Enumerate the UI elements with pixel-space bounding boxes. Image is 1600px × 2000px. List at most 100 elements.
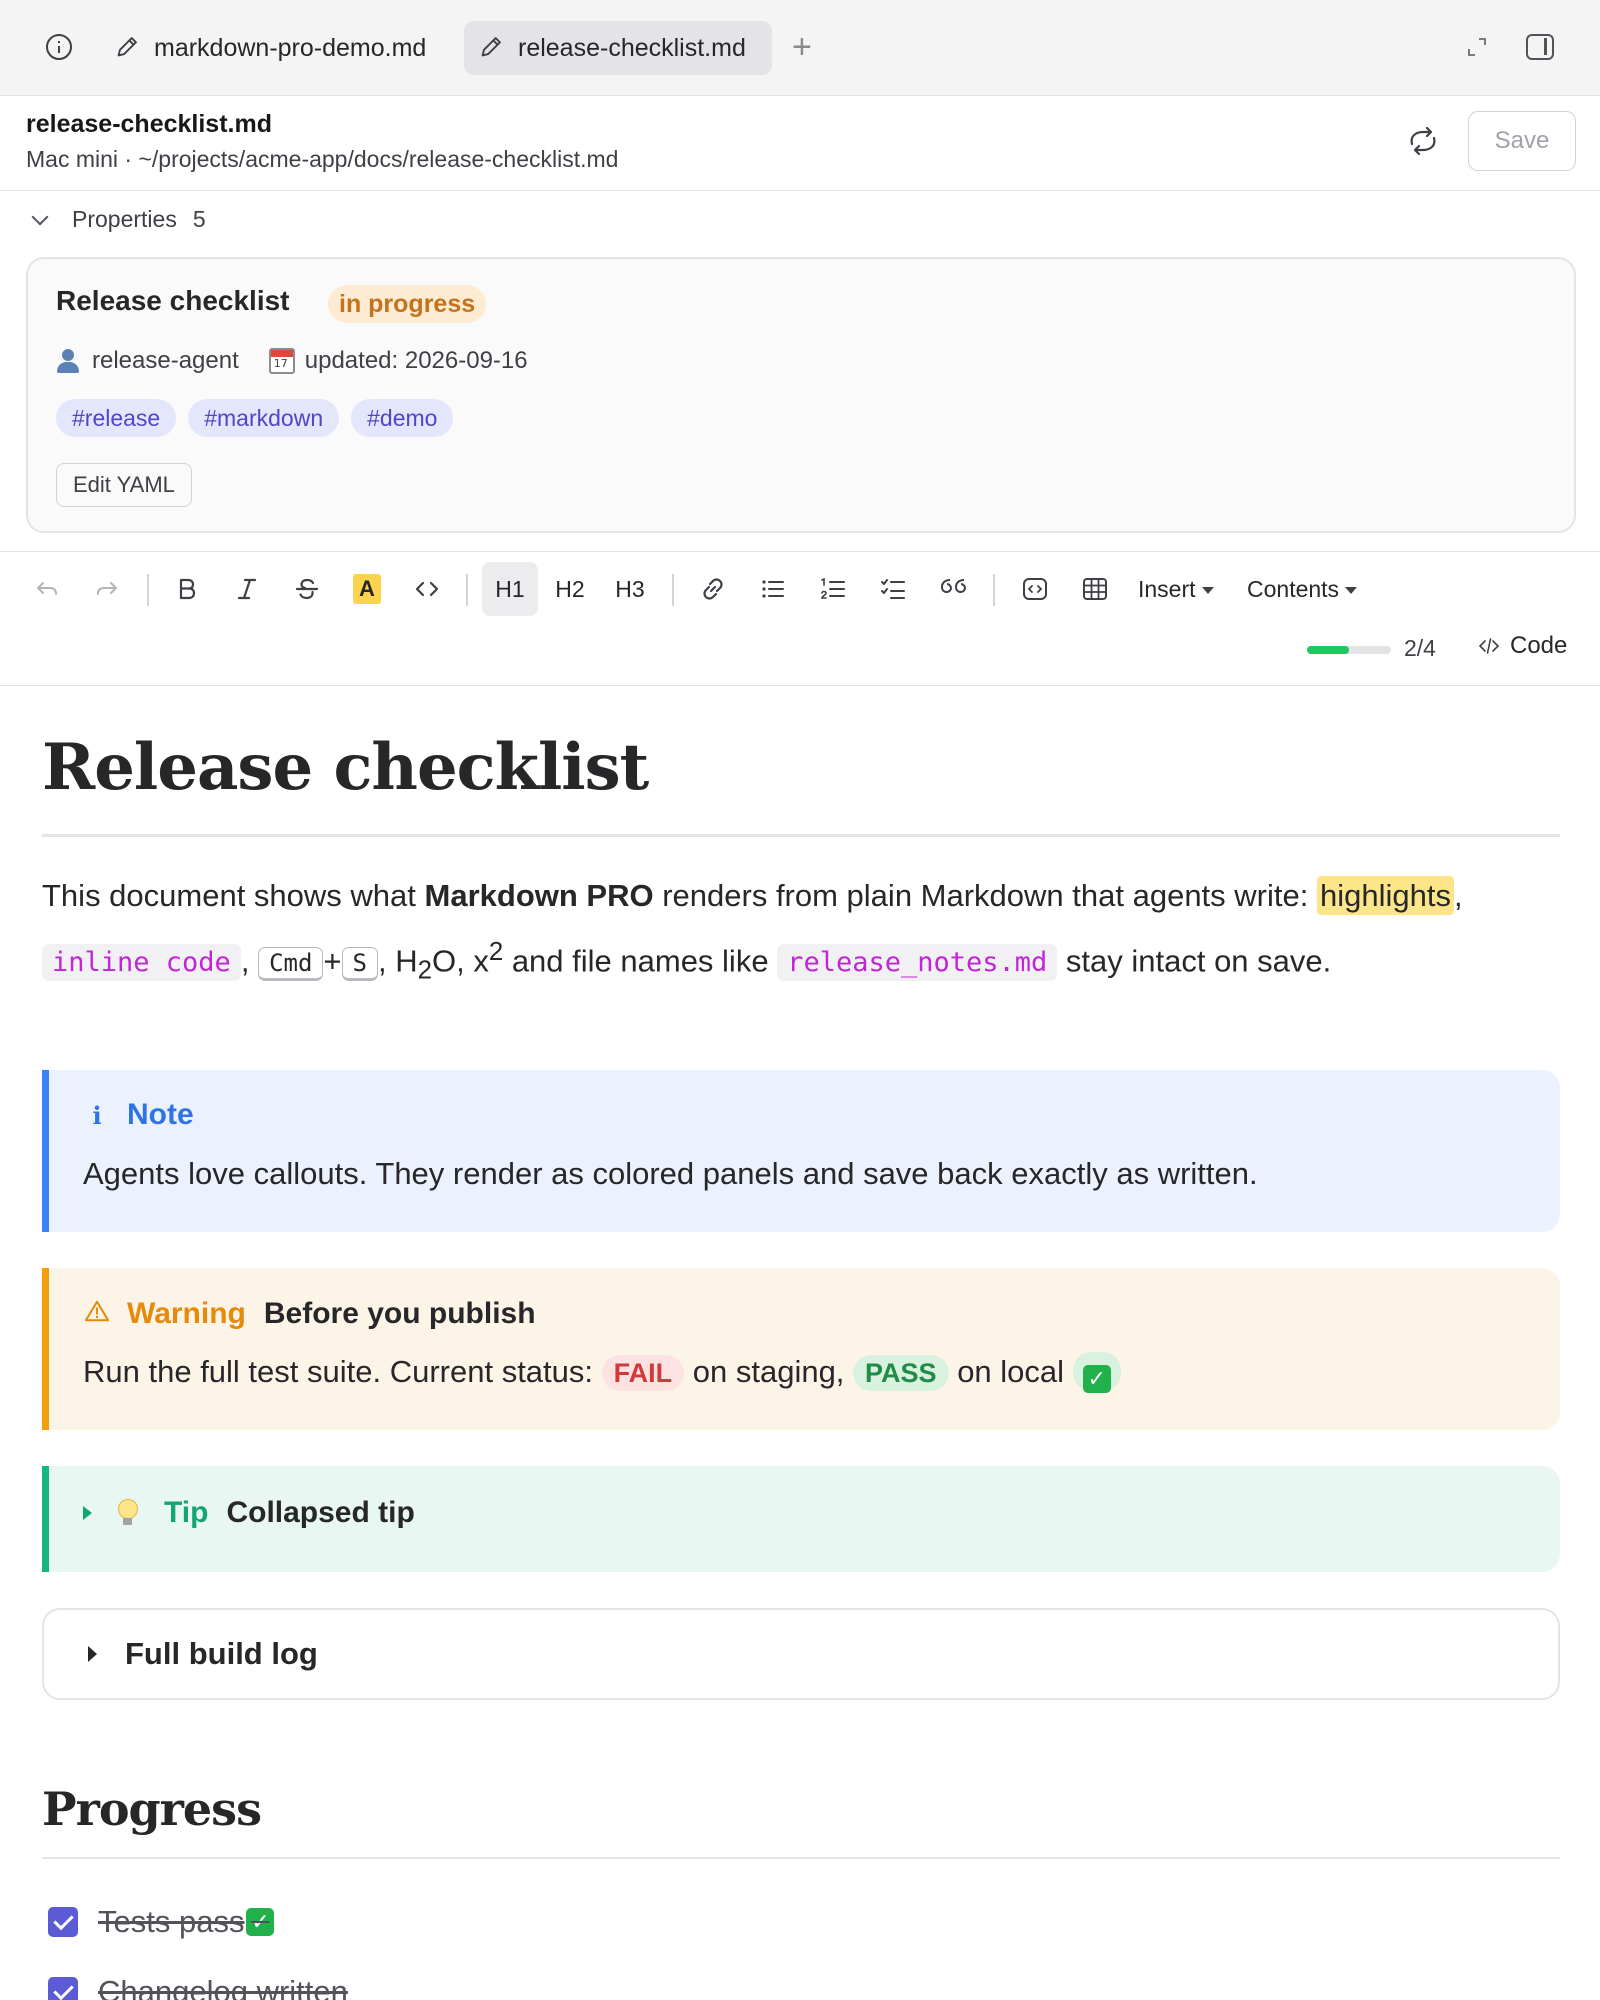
callout-label: Tip bbox=[164, 1496, 209, 1529]
person-icon bbox=[56, 348, 80, 374]
heading-3-button[interactable]: H3 bbox=[602, 562, 658, 616]
pencil-icon bbox=[476, 32, 508, 64]
save-button[interactable]: Save bbox=[1468, 111, 1576, 171]
link-icon[interactable] bbox=[696, 562, 730, 616]
tab-label: release-checklist.md bbox=[518, 33, 746, 62]
tag-demo[interactable]: #demo bbox=[351, 399, 454, 437]
text: and file names like bbox=[503, 943, 778, 979]
inline-code-icon[interactable] bbox=[410, 562, 444, 616]
quote-icon[interactable] bbox=[936, 562, 970, 616]
heading-1: Release checklist bbox=[42, 730, 649, 805]
properties-count: 5 bbox=[192, 206, 206, 232]
highlight-letter: A bbox=[353, 574, 381, 604]
file-path: Mac mini · ~/projects/acme-app/docs/rele… bbox=[26, 146, 619, 172]
task-label: Changelog written bbox=[98, 1974, 348, 2000]
strikethrough-icon[interactable] bbox=[290, 562, 324, 616]
property-meta: release-agent updated: 2026-09-16 bbox=[56, 347, 528, 375]
heading-1-button[interactable]: H1 bbox=[482, 562, 538, 616]
tip-callout[interactable]: Tip Collapsed tip bbox=[42, 1466, 1560, 1572]
numbered-list-icon[interactable] bbox=[816, 562, 850, 616]
kbd-key: S bbox=[341, 947, 378, 982]
pass-badge: PASS bbox=[853, 1355, 949, 1391]
text: renders from plain Markdown that agents … bbox=[653, 878, 1317, 913]
pencil-icon bbox=[112, 32, 144, 64]
code-block-icon[interactable] bbox=[1018, 562, 1052, 616]
details-block[interactable]: Full build log bbox=[42, 1608, 1560, 1700]
side-panel-toggle-icon[interactable] bbox=[1526, 34, 1554, 60]
bold-icon[interactable] bbox=[170, 562, 204, 616]
tab-markdown-pro-demo[interactable]: markdown-pro-demo.md bbox=[100, 21, 450, 75]
text: , bbox=[240, 943, 250, 979]
highlight-icon[interactable]: A bbox=[350, 562, 384, 616]
superscript: 2 bbox=[488, 938, 504, 966]
sync-icon[interactable] bbox=[1406, 126, 1440, 156]
new-tab-plus-icon[interactable]: + bbox=[792, 30, 812, 64]
tag-release[interactable]: #release bbox=[56, 399, 177, 437]
heading-2: Progress bbox=[42, 1782, 262, 1836]
expand-triangle-icon[interactable] bbox=[88, 1646, 97, 1662]
contents-label: Contents bbox=[1247, 575, 1340, 602]
callout-header: i Note bbox=[83, 1098, 194, 1132]
edit-yaml-button[interactable]: Edit YAML bbox=[56, 463, 192, 507]
callout-title: Collapsed tip bbox=[226, 1496, 415, 1529]
text: + bbox=[323, 943, 342, 979]
property-title: Release checklist bbox=[56, 285, 290, 316]
text: Run the full test suite. Current status: bbox=[83, 1354, 602, 1389]
table-icon[interactable] bbox=[1078, 562, 1112, 616]
undo-icon[interactable] bbox=[30, 562, 64, 616]
intro-paragraph: This document shows what Markdown PRO re… bbox=[42, 868, 1560, 999]
heading-rule bbox=[42, 1857, 1560, 1859]
contents-dropdown[interactable]: Contents bbox=[1247, 562, 1358, 616]
toolbar-divider bbox=[466, 574, 468, 606]
inline-code-filename: release_notes.md bbox=[777, 944, 1058, 982]
tag-markdown[interactable]: #markdown bbox=[188, 399, 340, 437]
heading-2-button[interactable]: H2 bbox=[542, 562, 598, 616]
insert-dropdown[interactable]: Insert bbox=[1138, 562, 1214, 616]
chevron-down-icon bbox=[31, 208, 49, 225]
callout-label: Warning bbox=[127, 1296, 246, 1330]
text: This document shows what bbox=[42, 878, 425, 913]
details-summary: Full build log bbox=[125, 1636, 318, 1671]
highlighted-text: highlights bbox=[1316, 876, 1454, 915]
expand-triangle-icon[interactable] bbox=[83, 1506, 92, 1520]
text: stay intact on save. bbox=[1057, 943, 1332, 979]
task-checkbox[interactable] bbox=[48, 1907, 78, 1937]
italic-icon[interactable] bbox=[230, 562, 264, 616]
properties-toggle[interactable]: Properties 5 bbox=[28, 206, 206, 233]
insert-label: Insert bbox=[1138, 575, 1196, 602]
callout-header: Warning Before you publish bbox=[83, 1296, 536, 1331]
calendar-icon bbox=[268, 348, 295, 374]
callout-header[interactable]: Tip Collapsed tip bbox=[83, 1496, 415, 1530]
info-icon[interactable] bbox=[46, 34, 72, 60]
task-list-icon[interactable] bbox=[876, 562, 910, 616]
toolbar-divider bbox=[147, 574, 149, 606]
redo-icon[interactable] bbox=[90, 562, 124, 616]
toolbar-divider bbox=[672, 574, 674, 606]
task-label: Tests pass bbox=[98, 1904, 245, 1939]
warning-icon bbox=[83, 1296, 111, 1331]
callout-label: Note bbox=[127, 1098, 194, 1131]
toolbar-divider bbox=[993, 574, 995, 606]
task-progress-fill bbox=[1307, 646, 1349, 654]
text: , bbox=[1453, 878, 1463, 913]
task-checkbox[interactable] bbox=[48, 1977, 78, 2000]
properties-label: Properties bbox=[72, 206, 177, 232]
heading-rule bbox=[42, 834, 1560, 837]
code-view-button[interactable]: Code bbox=[1478, 632, 1567, 660]
text: on staging, bbox=[684, 1354, 854, 1389]
bullet-list-icon[interactable] bbox=[756, 562, 790, 616]
callout-title: Before you publish bbox=[263, 1296, 536, 1330]
check-mark-emoji: ✓ bbox=[246, 1908, 275, 1936]
expand-icon[interactable] bbox=[1466, 36, 1488, 58]
format-toolbar: A H1 H2 H3 Insert Contents 2/4 Code bbox=[0, 551, 1600, 686]
info-icon: i bbox=[92, 1100, 102, 1130]
note-callout: i Note Agents love callouts. They render… bbox=[42, 1070, 1560, 1232]
text: , H bbox=[377, 943, 418, 979]
fail-badge: FAIL bbox=[601, 1355, 685, 1391]
task-item: Changelog written bbox=[48, 1974, 348, 2000]
tag-list: #release #markdown #demo bbox=[56, 399, 454, 437]
inline-code: inline code bbox=[42, 944, 241, 982]
property-updated: updated: 2026-09-16 bbox=[304, 347, 528, 374]
tab-release-checklist[interactable]: release-checklist.md bbox=[464, 21, 772, 75]
subscript: 2 bbox=[417, 956, 432, 985]
